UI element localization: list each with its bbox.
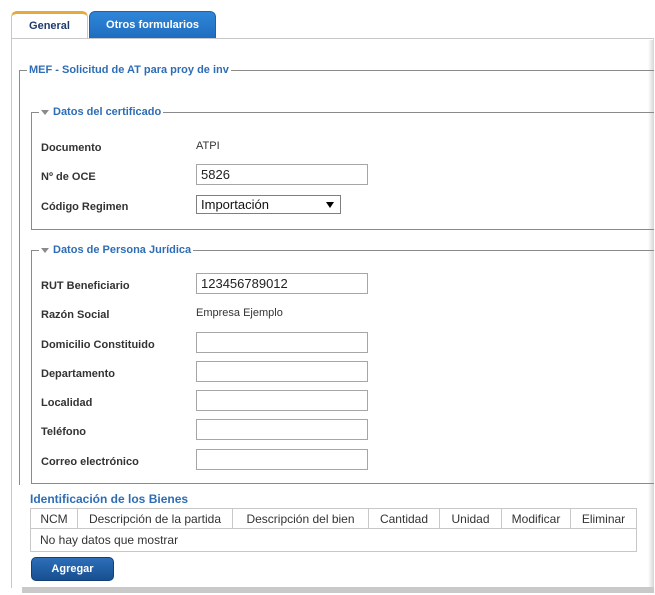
certificado-legend[interactable]: Datos del certificado — [39, 105, 164, 119]
correo-input[interactable] — [196, 449, 368, 470]
col-cantidad[interactable]: Cantidad — [369, 509, 440, 528]
departamento-label: Departamento — [41, 368, 115, 380]
panel-shadow-bottom — [22, 587, 654, 593]
regimen-select[interactable]: Importación — [196, 195, 341, 214]
oce-label: Nº de OCE — [41, 171, 96, 183]
agregar-button[interactable]: Agregar — [31, 557, 114, 581]
dropdown-arrow-icon — [326, 202, 334, 208]
persona-legend[interactable]: Datos de Persona Jurídica — [39, 243, 194, 257]
regimen-label: Código Regimen — [41, 201, 129, 213]
documento-value: ATPI — [196, 140, 220, 152]
rut-input[interactable]: 123456789012 — [196, 273, 368, 294]
oce-input[interactable]: 5826 — [196, 164, 368, 185]
col-descripcion-bien[interactable]: Descripción del bien — [233, 509, 369, 528]
persona-legend-text: Datos de Persona Jurídica — [53, 244, 192, 256]
localidad-input[interactable] — [196, 390, 368, 411]
grid-empty-message: No hay datos que mostrar — [40, 533, 179, 547]
documento-label: Documento — [41, 142, 102, 154]
col-eliminar[interactable]: Eliminar — [571, 509, 636, 528]
telefono-input[interactable] — [196, 419, 368, 440]
col-modificar[interactable]: Modificar — [502, 509, 571, 528]
tab-general[interactable]: General — [11, 11, 88, 38]
tab-otros-formularios[interactable]: Otros formularios — [89, 11, 216, 38]
collapse-triangle-icon — [41, 247, 49, 253]
form-title: MEF - Solicitud de AT para proy de inv — [27, 63, 231, 77]
col-descripcion-partida[interactable]: Descripción de la partida — [78, 509, 233, 528]
grid-header: NCM Descripción de la partida Descripció… — [31, 509, 636, 529]
departamento-input[interactable] — [196, 361, 368, 382]
razon-social-label: Razón Social — [41, 309, 110, 321]
domicilio-input[interactable] — [196, 332, 368, 353]
bienes-grid: NCM Descripción de la partida Descripció… — [30, 508, 637, 552]
regimen-selected-value: Importación — [201, 197, 269, 212]
correo-label: Correo electrónico — [41, 456, 139, 468]
razon-social-value: Empresa Ejemplo — [196, 307, 283, 319]
domicilio-label: Domicilio Constituido — [41, 339, 155, 351]
col-unidad[interactable]: Unidad — [440, 509, 502, 528]
localidad-label: Localidad — [41, 397, 93, 409]
col-ncm[interactable]: NCM — [31, 509, 78, 528]
collapse-triangle-icon — [41, 109, 49, 115]
telefono-label: Teléfono — [41, 426, 87, 438]
rut-label: RUT Beneficiario — [41, 280, 130, 292]
bienes-title: Identificación de los Bienes — [30, 492, 189, 506]
certificado-legend-text: Datos del certificado — [53, 106, 162, 118]
